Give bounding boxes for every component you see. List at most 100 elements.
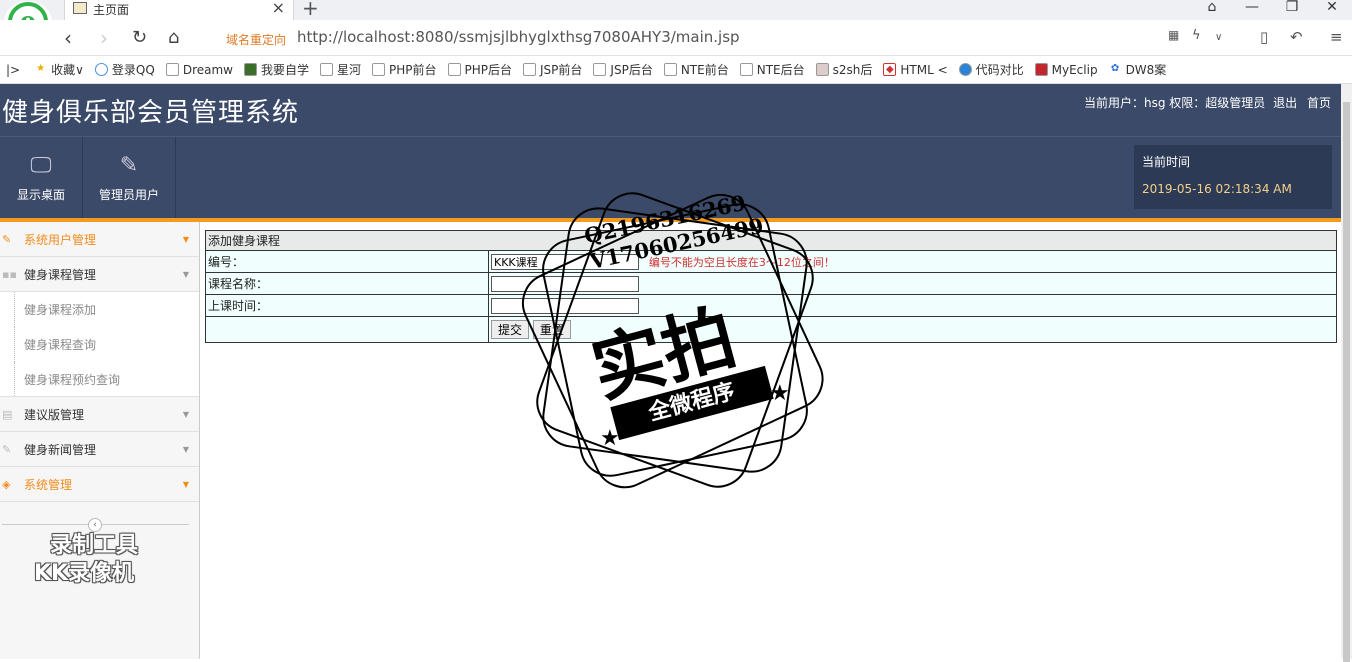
sidebar-item-label: 健身新闻管理 [24,442,97,457]
sidebar-item-label: 健身课程添加 [24,303,97,317]
header-divider [0,218,1341,222]
caret-down-icon: ▼ [182,409,189,419]
pencil-icon: ✎ [2,232,12,246]
reader-icon[interactable]: ▯ [1260,28,1268,46]
field-cell [488,272,1337,295]
sidebar-subitem-course-query[interactable]: 健身课程查询 [0,327,199,362]
sidebar: ✎ 系统用户管理 ▼ ▪▪ 健身课程管理 ▼ 健身课程添加 健身课程查询 健身课… [0,222,200,659]
field-cell [488,294,1337,317]
bookmark-item[interactable]: MyEclip [1034,63,1098,77]
browser-tab-bar: 主页面 × + ⌂ — ❐ ✕ [0,0,1352,20]
class-time-input[interactable] [491,297,639,314]
sidebar-item-course-management[interactable]: ▪▪ 健身课程管理 ▼ [0,257,199,292]
bookmark-item[interactable]: s2sh后 [815,61,872,78]
bookmark-item[interactable]: ★ 收藏 ∨ [34,61,84,78]
bookmark-item[interactable]: 登录QQ [94,61,155,78]
page-scrollbar[interactable] [1341,84,1352,662]
grid-icon: ▪▪ [2,267,17,281]
bookmark-item[interactable]: Dreamw [165,63,233,77]
bookmark-item[interactable]: ✿ DW8案 [1109,61,1166,78]
current-user-text: 当前用户：hsg 权限：超级管理员 [1084,96,1266,110]
caret-down-icon: ▼ [182,269,189,279]
pencil-icon: ✎ [2,442,12,456]
window-controls: ⌂ — ❐ ✕ [1192,0,1352,20]
restore-icon[interactable]: ❐ [1272,0,1312,20]
show-desktop-label: 显示桌面 [16,188,65,202]
back-icon[interactable]: ‹ [64,26,72,50]
stamp-band-text: 全微程序 [610,365,774,441]
redirect-label: 域名重定向 [226,33,287,47]
admin-users-label: 管理员用户 [98,188,159,202]
field-label: 上课时间： [205,294,489,317]
forward-icon[interactable]: › [100,26,108,50]
bookmark-item[interactable]: JSP前台 [523,61,582,78]
sidebar-item-system[interactable]: ◈ 系统管理 ▼ [0,467,199,502]
form-title: 添加健身课程 [205,230,1337,251]
course-id-input[interactable] [491,253,639,270]
sidebar-item-suggestions[interactable]: ▤ 建议版管理 ▼ [0,397,199,432]
sidebar-item-label: 健身课程预约查询 [24,372,121,387]
reset-button[interactable]: 重置 [532,320,571,339]
svg-text:★: ★ [600,426,620,451]
show-desktop-button[interactable]: 🖵 显示桌面 [0,137,83,219]
browser-tab[interactable]: 主页面 × [64,0,294,20]
clock-label: 当前时间 [1142,155,1191,169]
clock-time: 2019-05-16 02:18:34 AM [1142,182,1292,196]
sidebar-item-news[interactable]: ✎ 健身新闻管理 ▼ [0,432,199,467]
chevron-down-icon[interactable]: ∨ [1215,32,1222,43]
form-row: 上课时间： [205,294,1337,317]
address-bar: ‹ › ↻ ⌂ 域名重定向 http://localhost:8080/ssmj… [0,20,1352,56]
bookmark-item[interactable]: 代码对比 [958,61,1024,78]
url-input[interactable]: http://localhost:8080/ssmjsjlbhyglxthsg7… [297,28,740,46]
bookmark-item[interactable]: PHP后台 [447,61,512,78]
sidebar-item-system-users[interactable]: ✎ 系统用户管理 ▼ [0,222,199,257]
shirt-skin-icon[interactable]: ⌂ [1192,0,1232,20]
user-info-bar: 当前用户：hsg 权限：超级管理员 退出 首页 [1084,94,1331,111]
clock-panel: 当前时间 2019-05-16 02:18:34 AM [1134,145,1332,209]
minimize-icon[interactable]: — [1232,0,1272,20]
collapse-sidebar-icon[interactable]: ‹ [88,518,102,532]
sidebar-item-label: 系统用户管理 [24,232,97,247]
sidebar-subitem-course-add[interactable]: 健身课程添加 [0,292,199,327]
course-name-input[interactable] [491,275,639,292]
grid-icon[interactable]: ▦ [1168,28,1179,42]
tab-title: 主页面 [93,3,130,17]
add-course-form: 添加健身课程 编号： 编号不能为空且长度在3～12位之间！ 课程名称： 上课时间… [205,230,1337,343]
field-cell: 编号不能为空且长度在3～12位之间！ [488,250,1337,273]
admin-users-button[interactable]: ✎ 管理员用户 [83,137,176,219]
caret-down-icon: ▼ [182,479,189,489]
home-icon[interactable]: ⌂ [168,27,179,48]
close-tab-icon[interactable]: × [272,0,285,17]
bookmark-item[interactable]: 我要自学 [243,61,309,78]
page-title: 健身俱乐部会员管理系统 [2,98,300,128]
form-row: 课程名称： [205,272,1337,295]
page-favicon-icon [73,2,87,14]
close-window-icon[interactable]: ✕ [1312,0,1352,20]
undo-icon[interactable]: ↶ [1290,28,1303,46]
bookmark-item[interactable]: ◆ HTML < [883,63,948,77]
recorder-watermark: 录制工具 KK录像机 [30,532,138,588]
empty-cell [205,316,489,343]
bookmark-item[interactable]: NTE前台 [663,61,729,78]
reload-icon[interactable]: ↻ [132,27,147,48]
field-label: 课程名称： [205,272,489,295]
pencil-icon: ✎ [119,153,139,178]
bookmark-item[interactable]: 星河 [320,61,361,78]
new-tab-icon[interactable]: + [302,0,319,20]
bookmark-item[interactable]: NTE后台 [739,61,805,78]
sidebar-item-label: 系统管理 [24,477,73,492]
form-row: 提交 重置 [205,316,1337,343]
menu-icon[interactable]: ≡ [1330,28,1343,46]
scrollbar-thumb[interactable] [1343,102,1350,662]
bookmarks-toggle-icon[interactable]: |> [6,63,20,77]
home-link[interactable]: 首页 [1307,96,1331,110]
svg-text:★: ★ [770,381,790,406]
form-row: 编号： 编号不能为空且长度在3～12位之间！ [205,250,1337,273]
logout-link[interactable]: 退出 [1273,96,1297,110]
monitor-icon: 🖵 [30,153,52,178]
bookmark-item[interactable]: JSP后台 [593,61,653,78]
submit-button[interactable]: 提交 [491,320,530,339]
sidebar-subitem-booking-query[interactable]: 健身课程预约查询 [0,362,199,397]
bookmark-item[interactable]: PHP前台 [372,61,437,78]
lightning-icon[interactable]: ϟ [1192,28,1201,43]
